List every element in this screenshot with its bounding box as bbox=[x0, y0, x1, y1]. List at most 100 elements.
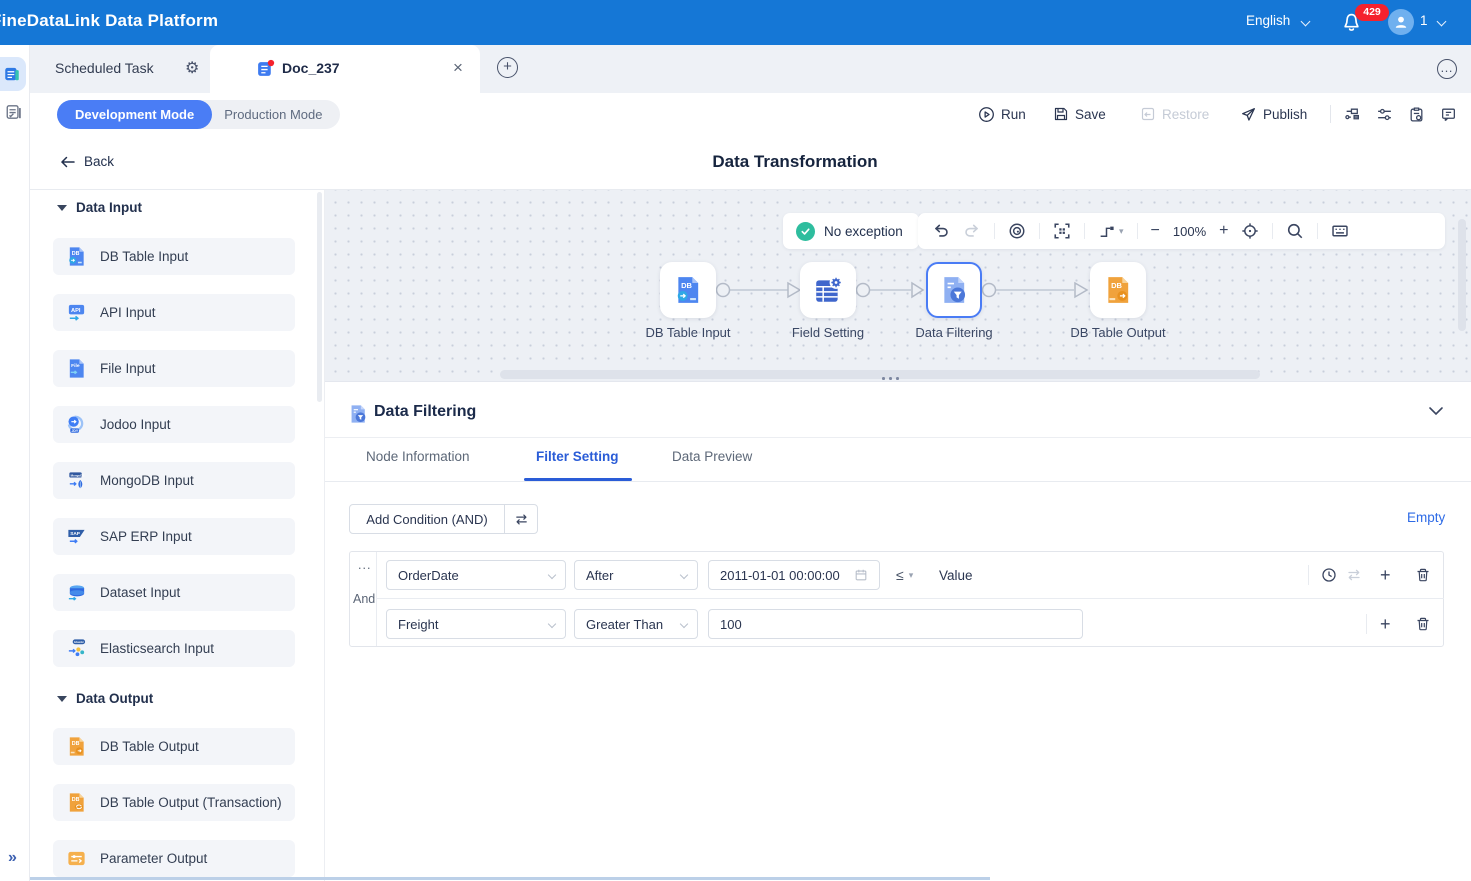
palette-item-sap-erp-input[interactable]: SAP SAP ERP Input bbox=[53, 518, 295, 555]
divider bbox=[1366, 614, 1367, 634]
gear-icon[interactable]: ⚙ bbox=[185, 58, 199, 78]
node-db-table-output[interactable]: DB bbox=[1090, 262, 1146, 318]
redo-icon[interactable] bbox=[963, 222, 981, 240]
add-row-icon[interactable]: + bbox=[1380, 614, 1391, 635]
section-data-input[interactable]: Data Input bbox=[57, 200, 142, 215]
bottom-scrollbar[interactable] bbox=[30, 877, 990, 880]
zoom-out-icon[interactable]: − bbox=[1151, 222, 1160, 240]
divider bbox=[1317, 223, 1318, 239]
run-button[interactable]: Run bbox=[978, 99, 1026, 129]
svg-text:MongoDB: MongoDB bbox=[71, 473, 85, 477]
field-setting-node-icon bbox=[813, 275, 843, 305]
tab-scheduled-task[interactable]: Scheduled Task bbox=[55, 60, 154, 76]
node-data-filtering[interactable] bbox=[926, 262, 982, 318]
page-title: Data Transformation bbox=[712, 152, 877, 172]
divider bbox=[325, 481, 1471, 482]
node-config-panel: Data Filtering Node Information Filter S… bbox=[325, 381, 1471, 881]
palette-item-api-input[interactable]: API API Input bbox=[53, 294, 295, 331]
compare-value-label: Value bbox=[939, 568, 973, 583]
palette-item-elasticsearch-input[interactable]: Elastic Elasticsearch Input bbox=[53, 630, 295, 667]
operator-select-row1[interactable]: After bbox=[574, 560, 698, 590]
expand-rail-button[interactable]: » bbox=[8, 849, 17, 867]
tab-doc-237[interactable]: Doc_237 × bbox=[210, 45, 480, 93]
palette-item-dataset-input[interactable]: Dataset Input bbox=[53, 574, 295, 611]
undo-icon[interactable] bbox=[932, 222, 950, 240]
tab-filter-setting[interactable]: Filter Setting bbox=[536, 449, 619, 464]
left-rail: » bbox=[0, 45, 30, 881]
section-data-output[interactable]: Data Output bbox=[57, 691, 153, 706]
flow-canvas[interactable]: DB DB DB Table Input Field Setti bbox=[325, 190, 1471, 381]
save-button[interactable]: Save bbox=[1053, 99, 1106, 129]
rail-item-task-list[interactable] bbox=[5, 103, 23, 121]
swap-condition-icon[interactable] bbox=[1346, 567, 1362, 583]
zoom-in-icon[interactable]: + bbox=[1219, 222, 1228, 240]
tab-bar: Scheduled Task ⚙ Doc_237 × + … bbox=[30, 45, 1471, 93]
canvas-toolbar: ▾ − 100% + bbox=[918, 213, 1445, 249]
connector-style-icon[interactable]: ▾ bbox=[1098, 223, 1124, 240]
palette-item-file-input[interactable]: File File Input bbox=[53, 350, 295, 387]
new-tab-button[interactable]: + bbox=[497, 57, 518, 78]
palette-item-db-table-output[interactable]: DB DB Table Output bbox=[53, 728, 295, 765]
date-input-row1[interactable]: 2011-01-01 00:00:00 bbox=[708, 560, 880, 590]
time-icon[interactable] bbox=[1321, 567, 1337, 583]
locate-icon[interactable] bbox=[1241, 222, 1259, 240]
palette-item-mongodb-input[interactable]: MongoDB MongoDB Input bbox=[53, 462, 295, 499]
palette-item-parameter-output[interactable]: Parameter Output bbox=[53, 840, 295, 877]
settings-sliders-button[interactable] bbox=[1376, 106, 1393, 123]
palette-item-jodoo-input[interactable]: JDY Jodoo Input bbox=[53, 406, 295, 443]
palette-item-db-table-output-transaction[interactable]: DB DB Table Output (Transaction) bbox=[53, 784, 295, 821]
restore-button[interactable]: Restore bbox=[1140, 99, 1209, 129]
add-condition-button[interactable]: Add Condition (AND) bbox=[349, 504, 505, 534]
production-mode-button[interactable]: Production Mode bbox=[212, 107, 340, 122]
divider bbox=[325, 437, 1471, 438]
fit-view-icon[interactable] bbox=[1053, 222, 1071, 240]
user-menu[interactable]: 1 bbox=[1420, 13, 1428, 28]
notification-badge: 429 bbox=[1355, 4, 1389, 21]
delete-row-icon[interactable] bbox=[1415, 616, 1431, 632]
svg-text:File: File bbox=[71, 363, 80, 369]
status-pill[interactable]: No exception bbox=[783, 213, 919, 249]
node-db-table-input[interactable]: DB bbox=[660, 262, 716, 318]
publish-button[interactable]: Publish bbox=[1240, 99, 1307, 129]
condition-group: ... And OrderDate After 2011-01-01 00:00… bbox=[349, 551, 1444, 647]
node-field-setting[interactable] bbox=[800, 262, 856, 318]
sidebar-scrollbar[interactable] bbox=[317, 192, 322, 402]
add-row-icon[interactable]: + bbox=[1380, 565, 1391, 586]
task-list-icon bbox=[5, 103, 23, 121]
canvas-vertical-scrollbar[interactable] bbox=[1458, 219, 1466, 331]
overview-icon[interactable] bbox=[1008, 222, 1026, 240]
shortcut-keys-icon[interactable] bbox=[1331, 222, 1349, 240]
tab-data-preview[interactable]: Data Preview bbox=[672, 449, 752, 464]
comment-button[interactable] bbox=[1440, 106, 1457, 123]
delete-row-icon[interactable] bbox=[1415, 567, 1431, 583]
value-input-row2[interactable]: 100 bbox=[708, 609, 1083, 639]
compare-mode-select[interactable]: ≤▾ bbox=[896, 560, 913, 590]
empty-link[interactable]: Empty bbox=[1407, 510, 1445, 525]
svg-text:DB: DB bbox=[681, 281, 692, 290]
operator-select-row2[interactable]: Greater Than bbox=[574, 609, 698, 639]
collapse-panel-button[interactable] bbox=[1428, 406, 1444, 416]
condition-group-more[interactable]: ... bbox=[358, 558, 371, 572]
back-button[interactable]: Back bbox=[60, 154, 114, 169]
toggle-and-or-button[interactable] bbox=[504, 504, 538, 534]
close-icon[interactable]: × bbox=[453, 58, 463, 78]
tab-node-information[interactable]: Node Information bbox=[366, 449, 470, 464]
svg-text:DB: DB bbox=[72, 797, 80, 803]
panel-title: Data Filtering bbox=[374, 403, 476, 421]
tab-overflow-button[interactable]: … bbox=[1437, 59, 1457, 79]
api-input-icon: API bbox=[66, 302, 87, 323]
data-filtering-node-icon bbox=[939, 275, 969, 305]
task-config-button[interactable] bbox=[1408, 106, 1425, 123]
chevron-down-icon bbox=[1301, 17, 1311, 27]
language-switcher[interactable]: English bbox=[1246, 13, 1290, 28]
field-select-row1[interactable]: OrderDate bbox=[386, 560, 566, 590]
rail-item-scheduled-task[interactable] bbox=[0, 57, 26, 91]
field-select-row2[interactable]: Freight bbox=[386, 609, 566, 639]
node-arrangement-button[interactable] bbox=[1344, 106, 1361, 123]
search-icon[interactable] bbox=[1286, 222, 1304, 240]
avatar[interactable] bbox=[1388, 9, 1414, 35]
palette-item-db-table-input[interactable]: DB DB Table Input bbox=[53, 238, 295, 275]
development-mode-button[interactable]: Development Mode bbox=[57, 100, 212, 129]
action-bar: Development Mode Production Mode Run Sav… bbox=[30, 93, 1471, 135]
divider bbox=[1308, 565, 1309, 585]
